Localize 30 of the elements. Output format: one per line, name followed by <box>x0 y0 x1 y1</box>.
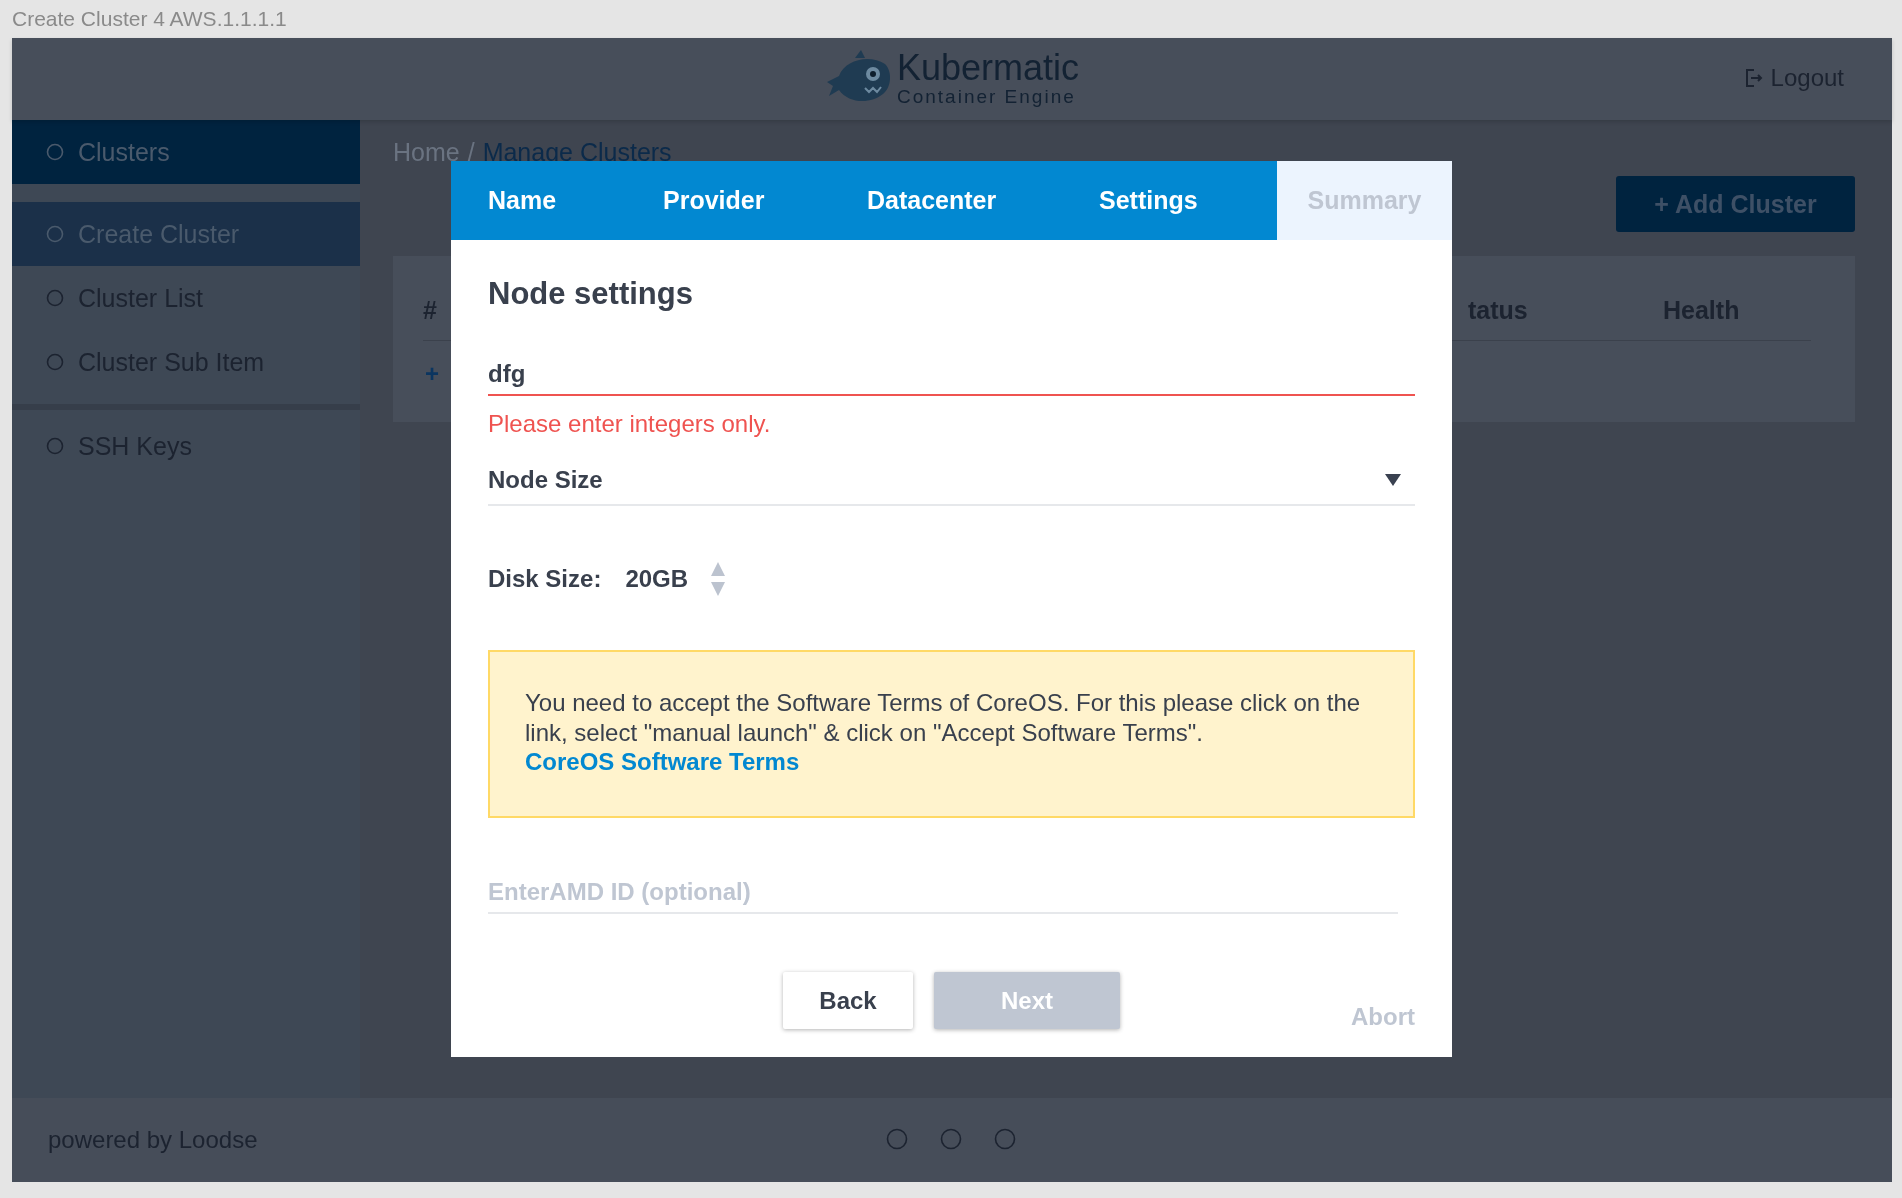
error-message: Please enter integers only. <box>488 410 772 438</box>
step-tab[interactable]: Provider <box>626 161 830 240</box>
terms-link[interactable]: CoreOS Software Terms <box>525 748 800 775</box>
caret-icon <box>1385 474 1401 486</box>
circle-icon <box>46 289 64 307</box>
circle-icon <box>46 437 64 455</box>
node-size-dropdown[interactable]: Node Size <box>488 466 1415 506</box>
back-button[interactable]: Back <box>783 972 913 1029</box>
logout-icon <box>1744 68 1763 88</box>
ami-id-field[interactable]: EnterAMD ID (optional) <box>488 878 1398 914</box>
circle-icon <box>46 353 64 371</box>
circle-icon <box>886 1128 908 1150</box>
add-cluster-button[interactable]: + Add Cluster <box>1616 176 1855 232</box>
window-title: Create Cluster 4 AWS.1.1.1.1 <box>12 7 287 31</box>
disk-size-label: Disk Size: <box>488 565 602 593</box>
dialog-title: Node settings <box>488 276 694 312</box>
add-link[interactable]: + <box>425 360 439 388</box>
node-count-field[interactable]: dfg <box>488 360 1415 396</box>
step-tab[interactable]: Settings <box>1062 161 1277 240</box>
column-header: # <box>423 296 437 325</box>
spinner-icon[interactable] <box>710 562 727 596</box>
step-tab[interactable]: Datacenter <box>830 161 1062 240</box>
circle-icon <box>940 1128 962 1150</box>
circle-icon <box>46 143 64 161</box>
disk-size-value: 20GB <box>625 565 689 593</box>
circle-icon <box>46 225 64 243</box>
circle-icon <box>994 1128 1016 1150</box>
sidebar-item[interactable]: Clusters <box>12 120 360 184</box>
abort-link[interactable]: Abort <box>1351 1003 1415 1031</box>
notice-text: You need to accept the Software Terms of CoreOS. For this please click on the link, select "manual launch" & click on "Accept Software Terms". <box>525 688 1362 748</box>
